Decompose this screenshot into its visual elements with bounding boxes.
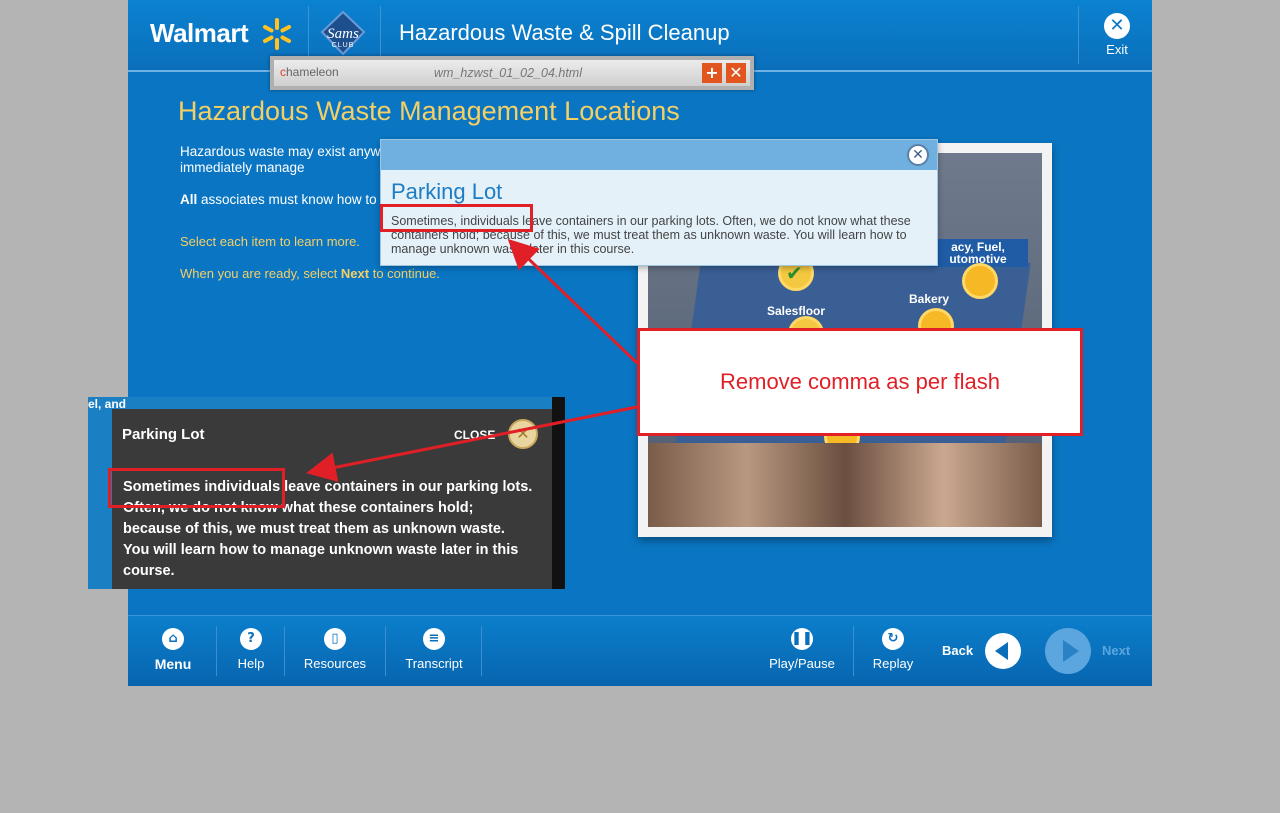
continue-next: Next: [340, 266, 370, 281]
transcript-button[interactable]: ≡ Transcript: [402, 628, 466, 671]
replay-icon: ↻: [882, 628, 904, 650]
review-callout: Remove comma as per flash: [637, 328, 1083, 436]
menu-button[interactable]: ⌂ Menu: [150, 628, 196, 672]
popup-title: Parking Lot: [391, 179, 503, 204]
parking-lot-popup: ✕ Parking Lot Sometimes, individuals lea…: [380, 139, 938, 266]
sams-club-logo-sub: CLUB: [331, 42, 355, 49]
arrow-right-icon: [1063, 640, 1079, 662]
transcript-icon: ≡: [423, 628, 445, 650]
page-title: Hazardous Waste Management Locations: [178, 96, 680, 126]
play-pause-button[interactable]: ❚❚ Play/Pause: [766, 628, 838, 671]
nav-divider: [385, 626, 386, 676]
exit-label: Exit: [1106, 42, 1128, 57]
parking-lot-area: [648, 443, 1042, 527]
header-divider: [1078, 6, 1079, 64]
associates-bold: All: [180, 192, 198, 207]
walmart-spark-icon: [263, 18, 291, 50]
highlight-box-popup: [380, 204, 533, 232]
popup-close-icon[interactable]: ✕: [907, 144, 929, 166]
next-label: Next: [1102, 643, 1131, 658]
next-button[interactable]: [1045, 628, 1091, 674]
help-icon: ?: [240, 628, 262, 650]
flash-frame-edge: [552, 397, 565, 589]
resources-label: Resources: [303, 656, 367, 671]
help-label: Help: [237, 656, 265, 671]
automotive-hotspot[interactable]: [962, 263, 998, 299]
pause-icon: ❚❚: [791, 628, 813, 650]
menu-label: Menu: [154, 656, 192, 672]
chameleon-review-toolbar: chameleon wm_hzwst_01_02_04.html + ✕: [270, 56, 754, 90]
continue-prefix: When you are ready, select: [180, 266, 341, 281]
chameleon-toolbar-inner: chameleon wm_hzwst_01_02_04.html + ✕: [274, 60, 750, 86]
nav-divider: [481, 626, 482, 676]
continue-suffix: to continue.: [369, 266, 440, 281]
bakery-label: Bakery: [909, 292, 950, 306]
flash-popup-title: Parking Lot: [122, 426, 205, 443]
callout-text: Remove comma as per flash: [720, 369, 1000, 394]
plus-icon[interactable]: +: [702, 63, 722, 83]
nav-divider: [853, 626, 854, 676]
home-icon: ⌂: [162, 628, 184, 650]
replay-button[interactable]: ↻ Replay: [870, 628, 916, 671]
exit-button[interactable]: ✕ Exit: [1100, 13, 1134, 57]
nav-divider: [284, 626, 285, 676]
arrow-left-icon: [995, 642, 1008, 660]
close-icon: ✕: [1104, 13, 1130, 39]
play-pause-label: Play/Pause: [769, 656, 835, 671]
course-title: Hazardous Waste & Spill Cleanup: [399, 20, 730, 45]
resources-button[interactable]: ▯ Resources: [300, 628, 370, 671]
highlight-box-flash: [108, 468, 285, 508]
replay-label: Replay: [872, 656, 914, 671]
back-label: Back: [942, 643, 974, 658]
popup-titlebar: [381, 140, 937, 170]
back-button[interactable]: [985, 633, 1021, 669]
flash-close-label: CLOSE: [454, 428, 496, 442]
salesfloor-label: Salesfloor: [767, 304, 826, 318]
nav-divider: [216, 626, 217, 676]
walmart-logo: Walmart: [150, 18, 249, 48]
help-button[interactable]: ? Help: [232, 628, 270, 671]
flash-close-icon: ✕: [508, 419, 538, 449]
transcript-label: Transcript: [405, 656, 463, 671]
chameleon-logo: chameleon: [280, 65, 339, 79]
chameleon-filename: wm_hzwst_01_02_04.html: [434, 66, 582, 80]
sams-club-logo-text: Sams: [327, 26, 359, 42]
close-icon[interactable]: ✕: [726, 63, 746, 83]
resources-icon: ▯: [324, 628, 346, 650]
course-nav-bar: ⌂ Menu ? Help ▯ Resources ≡ Transcript ❚…: [128, 615, 1152, 686]
continue-instruction: When you are ready, select Next to conti…: [180, 266, 490, 282]
chameleon-logo-rest: hameleon: [286, 65, 339, 79]
